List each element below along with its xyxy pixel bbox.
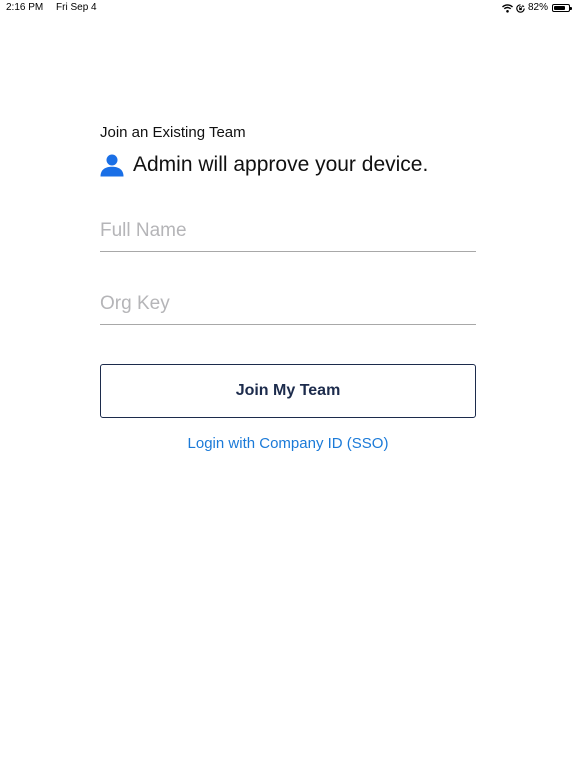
battery-percent: 82% [527,2,548,13]
full-name-input[interactable] [100,215,476,247]
person-icon [100,154,124,177]
status-date: Fri Sep 4 [56,2,97,13]
section-title: Join an Existing Team [100,124,246,141]
battery-icon [552,4,572,12]
org-key-input[interactable] [100,288,476,320]
wifi-icon [501,3,513,13]
status-left: 2:16 PM Fri Sep 4 [6,0,107,16]
status-bar: 2:16 PM Fri Sep 4 82% [0,0,576,16]
join-team-form: Join an Existing Team Admin will approve… [100,124,476,452]
status-time: 2:16 PM [6,2,44,13]
approval-info-row: Admin will approve your device. [100,152,476,178]
status-right: 82% [501,0,572,16]
approval-info-text: Admin will approve your device. [133,153,429,176]
sso-login-link[interactable]: Login with Company ID (SSO) [100,435,476,452]
full-name-field [100,215,476,252]
orientation-lock-icon [516,3,525,13]
join-my-team-button[interactable]: Join My Team [100,364,476,418]
battery-fill [554,6,566,10]
org-key-field [100,288,476,325]
